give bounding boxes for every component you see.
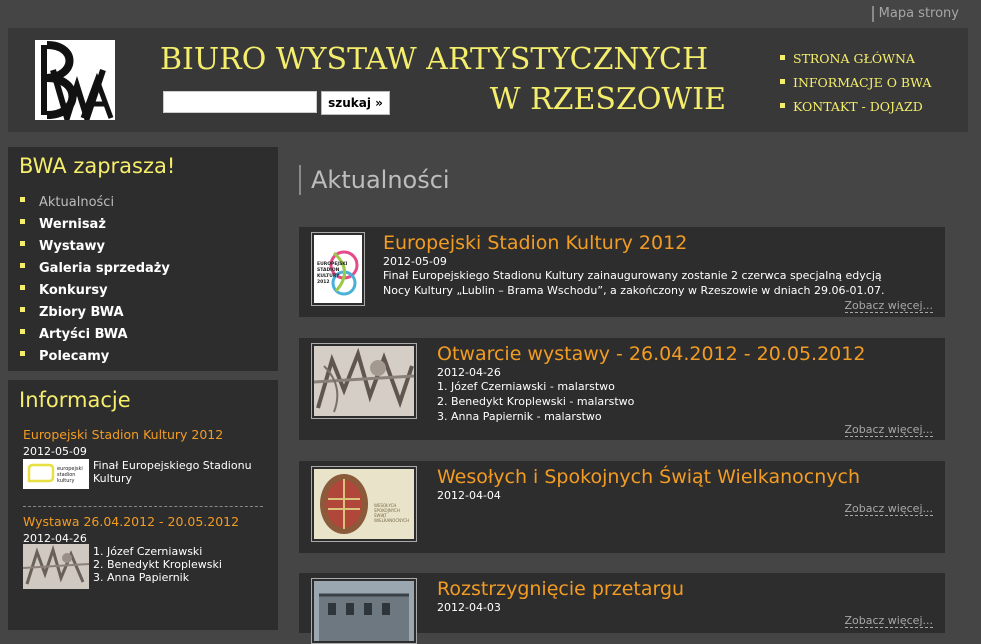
sidebar-menu: Aktualności Wernisaż Wystawy Galeria spr…: [20, 190, 170, 366]
news-description-line: Finał Europejskiego Stadionu Kultury zai…: [383, 269, 882, 282]
sidebar-link-artysci[interactable]: Artyści BWA: [39, 327, 128, 342]
sidebar-menu-box: BWA zaprasza! Aktualności Wernisaż Wysta…: [8, 147, 278, 371]
info-item-thumbnail[interactable]: europejski stadion kultury: [23, 459, 89, 489]
info-item: Wystawa 26.04.2012 - 20.05.2012 2012-04-…: [23, 514, 268, 589]
read-more-link[interactable]: Zobacz więcej...: [844, 502, 933, 516]
top-nav: STRONA GŁÓWNA INFORMACJE O BWA KONTAKT -…: [780, 47, 931, 119]
sidebar-info-box: Informacje Europejski Stadion Kultury 20…: [8, 380, 278, 630]
news-title[interactable]: Rozstrzygnięcie przetargu: [437, 578, 684, 600]
news-thumbnail[interactable]: EUROPEJSKI STADION KULTURY 2012: [311, 232, 365, 306]
news-description-line: Nocy Kultury „Lublin – Brama Wschodu”, a…: [383, 284, 885, 297]
sidebar-item-wystawy: Wystawy: [20, 234, 170, 256]
sidebar-link-konkursy[interactable]: Konkursy: [39, 283, 108, 298]
news-description-line: 1. Józef Czerniawski - malarstwo: [437, 380, 615, 393]
sidebar-item-konkursy: Konkursy: [20, 278, 170, 300]
nav-home[interactable]: STRONA GŁÓWNA: [780, 47, 931, 71]
news-title[interactable]: Europejski Stadion Kultury 2012: [383, 232, 687, 254]
info-item-title[interactable]: Wystawa 26.04.2012 - 20.05.2012: [23, 514, 268, 529]
news-item: EUROPEJSKI STADION KULTURY 2012 Europejs…: [299, 227, 945, 317]
news-description-line: 3. Anna Papiernik - malarstwo: [437, 410, 602, 423]
info-item: Europejski Stadion Kultury 2012 2012-05-…: [23, 427, 268, 489]
read-more-link[interactable]: Zobacz więcej...: [844, 423, 933, 437]
news-thumbnail[interactable]: [311, 343, 417, 419]
news-description-line: 2. Benedykt Kroplewski - malarstwo: [437, 395, 635, 408]
read-more-link[interactable]: Zobacz więcej...: [844, 614, 933, 628]
info-item-date: 2012-05-09: [23, 445, 87, 458]
info-item-text-line: 1. Józef Czerniawski: [93, 545, 203, 558]
news-title[interactable]: Wesołych i Spokojnych Świąt Wielkanocnyc…: [437, 466, 860, 488]
nav-about[interactable]: INFORMACJE O BWA: [780, 71, 931, 95]
news-date: 2012-05-09: [383, 255, 447, 268]
poster-text-line3: KULTURY: [317, 273, 340, 279]
search-button[interactable]: szukaj »: [321, 91, 390, 115]
info-item-text-line: Finał Europejskiego Stadionu: [93, 459, 252, 472]
info-item-text-line: 3. Anna Papiernik: [93, 571, 190, 584]
sidebar-link-aktualnosci[interactable]: Aktualności: [39, 195, 114, 210]
sitemap-link[interactable]: Mapa strony: [871, 6, 959, 22]
read-more-link[interactable]: Zobacz więcej...: [844, 299, 933, 313]
card-text-line4: WIELKANOCNYCH: [374, 518, 409, 523]
news-thumbnail[interactable]: [311, 578, 417, 644]
sidebar-zaprasza-title: BWA zaprasza!: [19, 154, 176, 178]
nav-contact[interactable]: KONTAKT - DOJAZD: [780, 95, 931, 119]
site-title-line1: BIURO WYSTAW ARTYSTYCZNYCH: [160, 42, 709, 77]
sidebar-link-zbiory[interactable]: Zbiory BWA: [39, 305, 124, 320]
news-date: 2012-04-26: [437, 366, 501, 379]
top-bar: Mapa strony: [0, 0, 981, 28]
header: BIURO WYSTAW ARTYSTYCZNYCH W RZESZOWIE s…: [8, 28, 968, 132]
sidebar-link-wernisaz[interactable]: Wernisaż: [39, 217, 106, 232]
search-input[interactable]: [163, 91, 317, 113]
info-logo-line3: kultury: [57, 478, 74, 484]
news-description: Finał Europejskiego Stadionu Kultury zai…: [383, 268, 933, 298]
sidebar-info-title: Informacje: [19, 388, 131, 412]
bwa-logo[interactable]: [35, 40, 115, 120]
news-date: 2012-04-04: [437, 489, 501, 502]
poster-text-line2: STADION: [317, 267, 340, 273]
info-item-text-line: Kultury: [93, 472, 133, 485]
sidebar-item-artysci: Artyści BWA: [20, 322, 170, 344]
news-item: Otwarcie wystawy - 26.04.2012 - 20.05.20…: [299, 338, 945, 440]
sidebar-link-polecamy[interactable]: Polecamy: [39, 349, 109, 364]
info-item-title[interactable]: Europejski Stadion Kultury 2012: [23, 427, 268, 442]
sidebar-item-wernisaz: Wernisaż: [20, 212, 170, 234]
poster-text-line1: EUROPEJSKI: [317, 261, 348, 267]
sidebar-link-wystawy[interactable]: Wystawy: [39, 239, 105, 254]
page-title: Aktualności: [299, 165, 450, 195]
sidebar-item-polecamy: Polecamy: [20, 344, 170, 366]
info-item-text: 1. Józef Czerniawski 2. Benedykt Kroplew…: [93, 545, 222, 584]
info-item-text-line: 2. Benedykt Kroplewski: [93, 558, 222, 571]
news-item: Rozstrzygnięcie przetargu 2012-04-03 Zob…: [299, 573, 945, 644]
news-title[interactable]: Otwarcie wystawy - 26.04.2012 - 20.05.20…: [437, 343, 865, 365]
news-item: WESOŁYCH SPOKOJNYCH ŚWIĄT WIELKANOCNYCH …: [299, 461, 945, 553]
sidebar-item-aktualnosci: Aktualności: [20, 190, 170, 212]
sidebar-item-zbiory: Zbiory BWA: [20, 300, 170, 322]
news-description: 1. Józef Czerniawski - malarstwo 2. Bene…: [437, 379, 917, 424]
news-date: 2012-04-03: [437, 601, 501, 614]
news-thumbnail[interactable]: WESOŁYCH SPOKOJNYCH ŚWIĄT WIELKANOCNYCH: [311, 466, 417, 542]
info-separator: [23, 506, 263, 507]
sidebar-item-galeria: Galeria sprzedaży: [20, 256, 170, 278]
info-item-thumbnail[interactable]: [23, 544, 89, 589]
sidebar-link-galeria[interactable]: Galeria sprzedaży: [39, 261, 170, 276]
poster-text-line4: 2012: [317, 279, 330, 285]
info-item-text: Finał Europejskiego Stadionu Kultury: [93, 459, 252, 485]
